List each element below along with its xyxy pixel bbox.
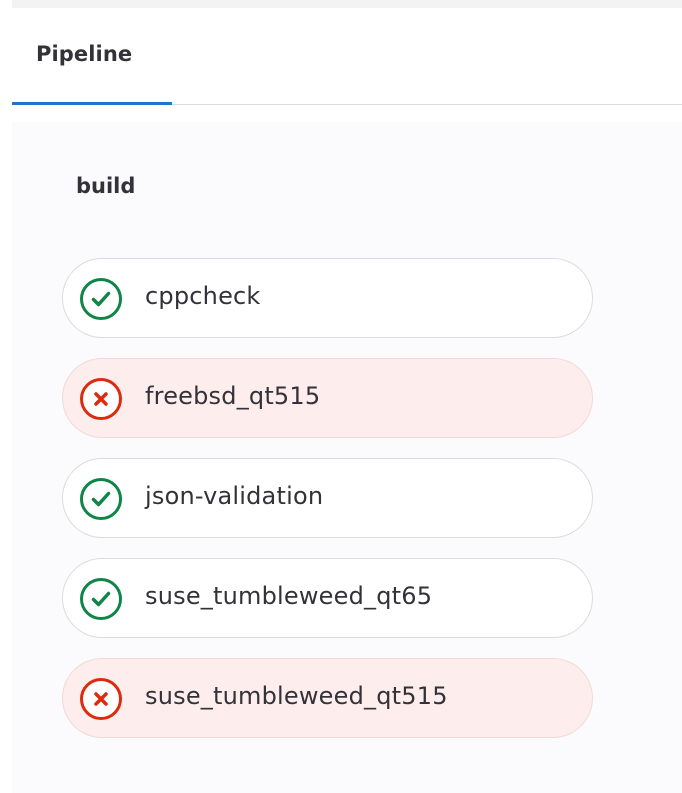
tab-pipeline[interactable]: Pipeline <box>12 8 172 105</box>
close-circle-icon <box>80 678 122 720</box>
page-top-strip <box>0 0 682 8</box>
job-name: freebsd_qt515 <box>145 382 321 410</box>
job-name: json-validation <box>145 482 324 510</box>
job-name: suse_tumbleweed_qt65 <box>145 582 433 610</box>
check-circle-icon <box>80 578 122 620</box>
check-circle-icon <box>80 278 122 320</box>
stage-title: build <box>76 174 136 198</box>
job-suse-tumbleweed-qt65[interactable]: suse_tumbleweed_qt65 <box>62 558 593 638</box>
tab-pipeline-label: Pipeline <box>36 42 133 66</box>
check-circle-icon <box>80 478 122 520</box>
close-circle-icon <box>80 378 122 420</box>
pipeline-tab-bar: Pipeline <box>12 8 682 105</box>
pipeline-graph: build cppcheck freebsd_qt515 json-valida… <box>12 122 682 793</box>
left-edge <box>0 0 12 793</box>
active-tab-indicator <box>12 102 172 105</box>
job-cppcheck[interactable]: cppcheck <box>62 258 593 338</box>
job-suse-tumbleweed-qt515[interactable]: suse_tumbleweed_qt515 <box>62 658 593 738</box>
job-name: cppcheck <box>145 282 261 310</box>
job-freebsd-qt515[interactable]: freebsd_qt515 <box>62 358 593 438</box>
job-name: suse_tumbleweed_qt515 <box>145 682 448 710</box>
job-json-validation[interactable]: json-validation <box>62 458 593 538</box>
